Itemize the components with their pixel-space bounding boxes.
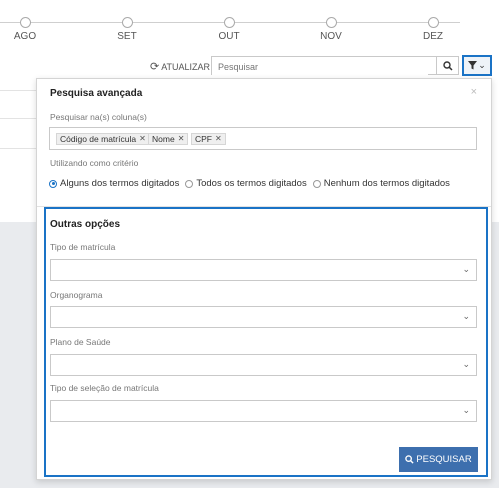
radio-unselected[interactable] — [185, 179, 194, 188]
filter-toggle-button[interactable]: ⌄ — [462, 55, 492, 76]
criteria-option-some[interactable]: Alguns dos termos digitados — [49, 178, 179, 189]
refresh-icon: ⟳ — [150, 61, 160, 73]
column-tag: CPF ✕ — [191, 133, 226, 145]
column-tag-label: CPF — [195, 134, 212, 144]
timeline-label: OUT — [218, 31, 240, 42]
refresh-button[interactable]: ⟳ ATUALIZAR — [150, 60, 210, 73]
row-divider — [0, 90, 40, 91]
radio-label: Todos os termos digitados — [196, 178, 307, 189]
criteria-option-none[interactable]: Nenhum dos termos digitados — [312, 178, 450, 189]
other-options-section: Outras opções Tipo de matrícula ⌄ Organo… — [44, 207, 488, 477]
radio-label: Alguns dos termos digitados — [60, 178, 180, 189]
chevron-down-icon: ⌄ — [462, 311, 470, 321]
field-label: Tipo de seleção de matrícula — [50, 383, 159, 393]
timeline-label: AGO — [13, 31, 37, 42]
refresh-label: ATUALIZAR — [161, 61, 211, 72]
columns-tag-input[interactable]: Código de matrícula ✕ Nome ✕ CPF ✕ — [49, 127, 477, 150]
criteria-option-all[interactable]: Todos os termos digitados — [185, 178, 307, 189]
timeline-label: NOV — [320, 31, 342, 42]
timeline-label: DEZ — [423, 31, 443, 42]
chevron-down-icon: ⌄ — [462, 359, 470, 369]
column-tag: Código de matrícula ✕ — [56, 133, 150, 145]
field-label: Tipo de matrícula — [50, 242, 116, 252]
health-plan-select[interactable]: ⌄ — [50, 354, 477, 376]
field-label: Organograma — [50, 290, 103, 300]
org-chart-select[interactable]: ⌄ — [50, 306, 477, 328]
search-field[interactable] — [211, 56, 437, 75]
search-submit-label: PESQUISAR — [416, 454, 472, 465]
timeline-dot-out[interactable] — [224, 17, 235, 28]
column-tag-label: Nome — [152, 134, 175, 144]
search-icon — [405, 455, 414, 464]
criteria-label: Utilizando como critério — [50, 158, 139, 168]
columns-label: Pesquisar na(s) coluna(s) — [50, 112, 147, 122]
remove-tag-icon[interactable]: ✕ — [215, 133, 222, 145]
remove-tag-icon[interactable]: ✕ — [139, 133, 146, 145]
close-icon[interactable]: × — [471, 86, 477, 98]
timeline-dot-ago[interactable] — [20, 17, 31, 28]
row-divider — [0, 118, 40, 119]
row-divider — [0, 148, 40, 149]
chevron-down-icon: ⌄ — [462, 405, 470, 415]
search-icon — [442, 60, 453, 71]
enrollment-type-select[interactable]: ⌄ — [50, 259, 477, 281]
chevron-down-icon: ⌄ — [478, 60, 486, 70]
radio-label: Nenhum dos termos digitados — [323, 178, 450, 189]
other-options-title: Outras opções — [50, 219, 121, 230]
timeline-label: SET — [117, 31, 137, 42]
column-tag: Nome ✕ — [148, 133, 189, 145]
enrollment-selection-type-select[interactable]: ⌄ — [50, 400, 477, 422]
timeline-dot-set[interactable] — [122, 17, 133, 28]
timeline-dot-nov[interactable] — [326, 17, 337, 28]
search-input[interactable] — [212, 59, 428, 75]
criteria-radio-group: Alguns dos termos digitados Todos os ter… — [49, 178, 456, 189]
chevron-down-icon: ⌄ — [462, 264, 470, 274]
remove-tag-icon[interactable]: ✕ — [178, 133, 185, 145]
filter-icon — [468, 61, 478, 70]
column-tag-label: Código de matrícula — [60, 134, 137, 144]
panel-title: Pesquisa avançada — [50, 88, 143, 99]
search-button[interactable] — [437, 56, 459, 75]
field-label: Plano de Saúde — [50, 337, 111, 347]
radio-unselected[interactable] — [312, 179, 321, 188]
timeline-dot-dez[interactable] — [428, 17, 439, 28]
radio-selected[interactable] — [49, 179, 57, 188]
search-submit-button[interactable]: PESQUISAR — [399, 447, 478, 472]
